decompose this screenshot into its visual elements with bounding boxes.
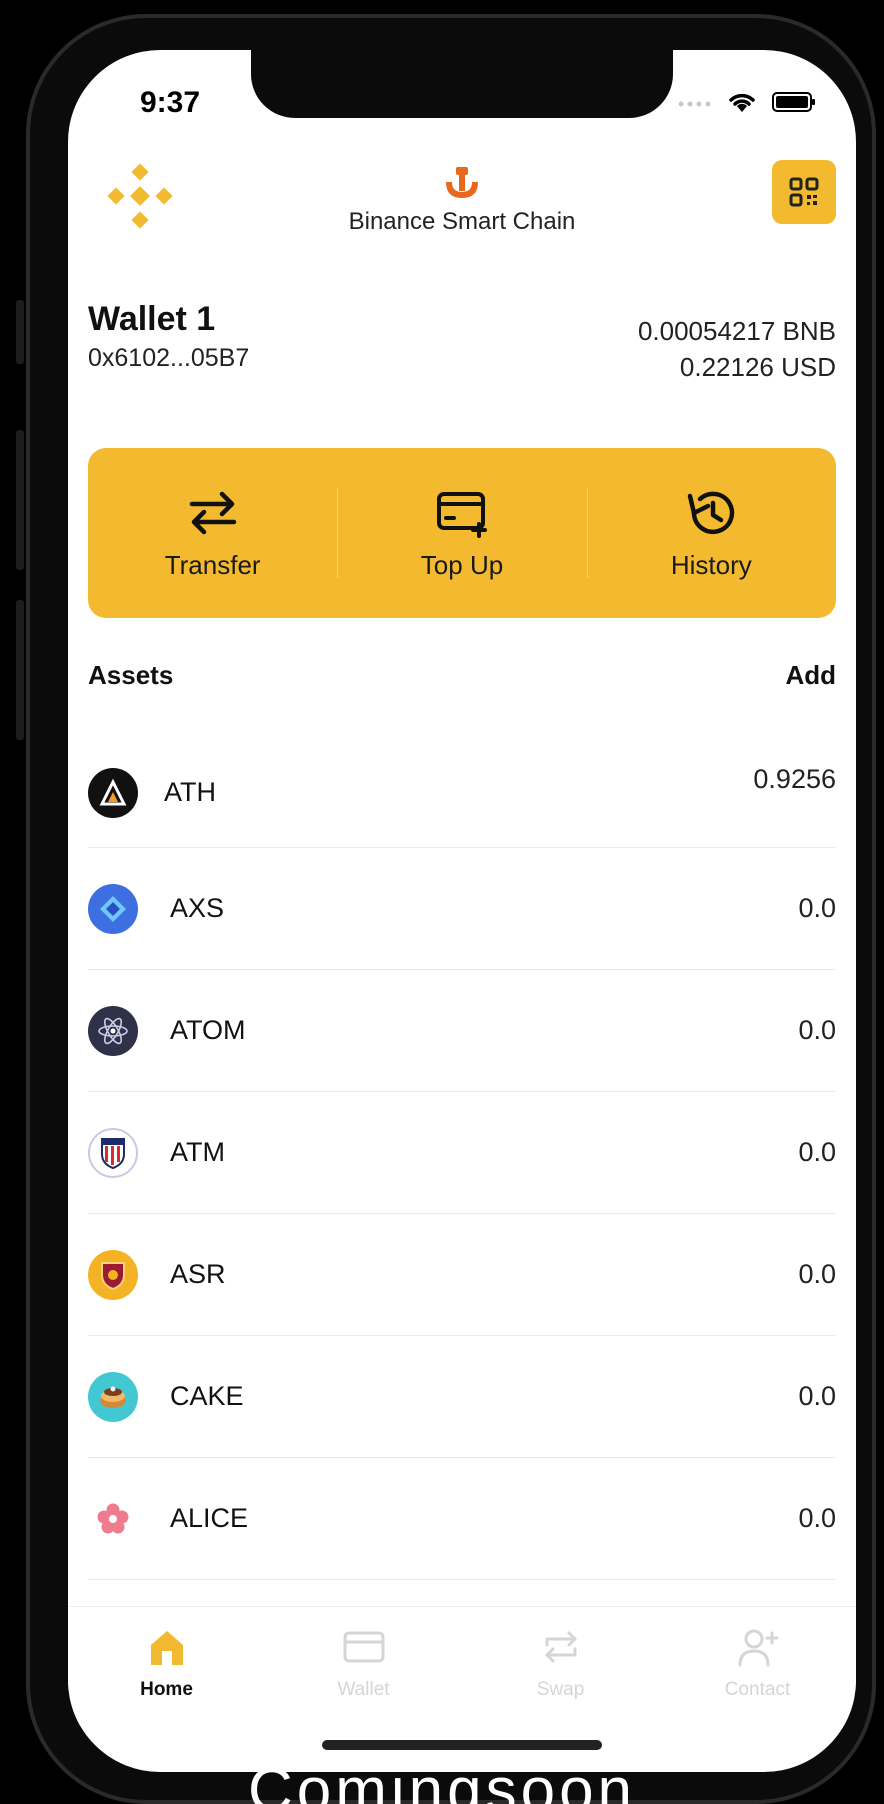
wallet-name: Wallet 1 <box>88 300 216 338</box>
asset-symbol: ATM <box>170 1137 225 1167</box>
axs-token-icon <box>88 883 138 934</box>
tab-wallet[interactable]: Wallet <box>265 1607 462 1726</box>
asset-amount: 0.0 <box>798 893 836 923</box>
card-plus-icon <box>436 491 487 538</box>
swap-icon <box>545 1631 576 1663</box>
network-selector[interactable]: Binance Smart Chain <box>68 166 856 236</box>
top-up-button[interactable]: Top Up <box>337 448 586 618</box>
asset-amount: 0.0 <box>798 1503 836 1533</box>
anchor-icon <box>446 167 478 198</box>
asset-row-alice[interactable]: ALICE 0.0 <box>88 1458 836 1580</box>
asset-amount: 0.9256 <box>753 764 836 794</box>
atm-token-icon <box>88 1127 138 1178</box>
transfer-icon <box>189 491 236 534</box>
tab-label: Contact <box>724 1679 791 1700</box>
tab-swap[interactable]: Swap <box>462 1607 659 1726</box>
ath-token-icon <box>88 767 138 818</box>
tab-label: Swap <box>536 1679 585 1700</box>
battery-icon <box>772 91 816 118</box>
volume-up-button <box>16 430 24 570</box>
asset-list: ATH 0.9256 AXS 0.0 ATOM 0.0 ATM 0.0 ASR … <box>88 738 836 1580</box>
asset-symbol: AXS <box>170 893 225 923</box>
qr-icon <box>789 177 819 207</box>
tab-label: Wallet <box>337 1679 390 1700</box>
wallet-address: 0x6102...05B7 <box>88 344 250 372</box>
assets-title: Assets <box>88 660 174 690</box>
top-bar: Binance Smart Chain <box>68 160 856 270</box>
asset-amount: 0.0 <box>798 1137 836 1167</box>
wallet-balance-usd: 0.22126 USD <box>679 352 836 382</box>
asset-amount: 0.0 <box>798 1015 836 1045</box>
asset-symbol: ATH <box>164 777 216 807</box>
tab-contact[interactable]: Contact <box>659 1607 856 1726</box>
asset-amount: 0.0 <box>798 1381 836 1411</box>
history-icon <box>688 491 735 534</box>
asset-row-atom[interactable]: ATOM 0.0 <box>88 970 836 1092</box>
qr-code-button[interactable] <box>772 160 836 224</box>
asset-symbol: ASR <box>170 1259 226 1289</box>
assets-header: Assets Add <box>88 660 836 700</box>
transfer-button[interactable]: Transfer <box>88 448 337 618</box>
asset-symbol: ALICE <box>170 1503 249 1533</box>
notch <box>251 50 673 118</box>
asset-row-atm[interactable]: ATM 0.0 <box>88 1092 836 1214</box>
status-time: 9:37 <box>140 86 201 119</box>
caption-text: Comingsoon <box>247 1756 637 1804</box>
transfer-label: Transfer <box>164 549 261 580</box>
add-contact-icon <box>738 1629 778 1667</box>
history-label: History <box>670 549 752 580</box>
tab-home[interactable]: Home <box>68 1607 265 1726</box>
phone-screen: 9:37 Binance Smart Chain Wallet 1 0x6102… <box>68 50 856 1772</box>
asr-token-icon <box>88 1249 138 1300</box>
history-button[interactable]: History <box>586 448 836 618</box>
wallet-balance-bnb: 0.00054217 BNB <box>637 316 836 346</box>
wifi-icon <box>726 90 758 119</box>
asset-row-ath[interactable]: ATH 0.9256 <box>88 738 836 848</box>
card-icon <box>343 1631 384 1663</box>
action-card: Transfer Top Up History <box>88 448 836 618</box>
home-indicator[interactable] <box>322 1740 602 1750</box>
signal-icon <box>678 96 712 114</box>
asset-row-axs[interactable]: AXS 0.0 <box>88 848 836 970</box>
atom-token-icon <box>88 1005 138 1056</box>
tab-label: Home <box>140 1679 193 1700</box>
alice-token-icon <box>88 1493 138 1544</box>
asset-amount: 0.0 <box>798 1259 836 1289</box>
network-label: Binance Smart Chain <box>348 208 576 235</box>
asset-symbol: ATOM <box>170 1015 246 1045</box>
asset-row-asr[interactable]: ASR 0.0 <box>88 1214 836 1336</box>
tab-bar: Home Wallet Swap Contact <box>68 1606 856 1726</box>
mute-switch <box>16 300 24 364</box>
add-asset-button[interactable]: Add <box>785 660 836 691</box>
top-up-label: Top Up <box>420 549 504 580</box>
status-indicators <box>678 90 816 119</box>
asset-row-cake[interactable]: CAKE 0.0 <box>88 1336 836 1458</box>
asset-symbol: CAKE <box>170 1381 244 1411</box>
home-icon <box>150 1631 183 1665</box>
cake-token-icon <box>88 1371 138 1422</box>
volume-down-button <box>16 600 24 740</box>
wallet-summary[interactable]: Wallet 1 0x6102...05B7 0.00054217 BNB 0.… <box>88 300 836 390</box>
